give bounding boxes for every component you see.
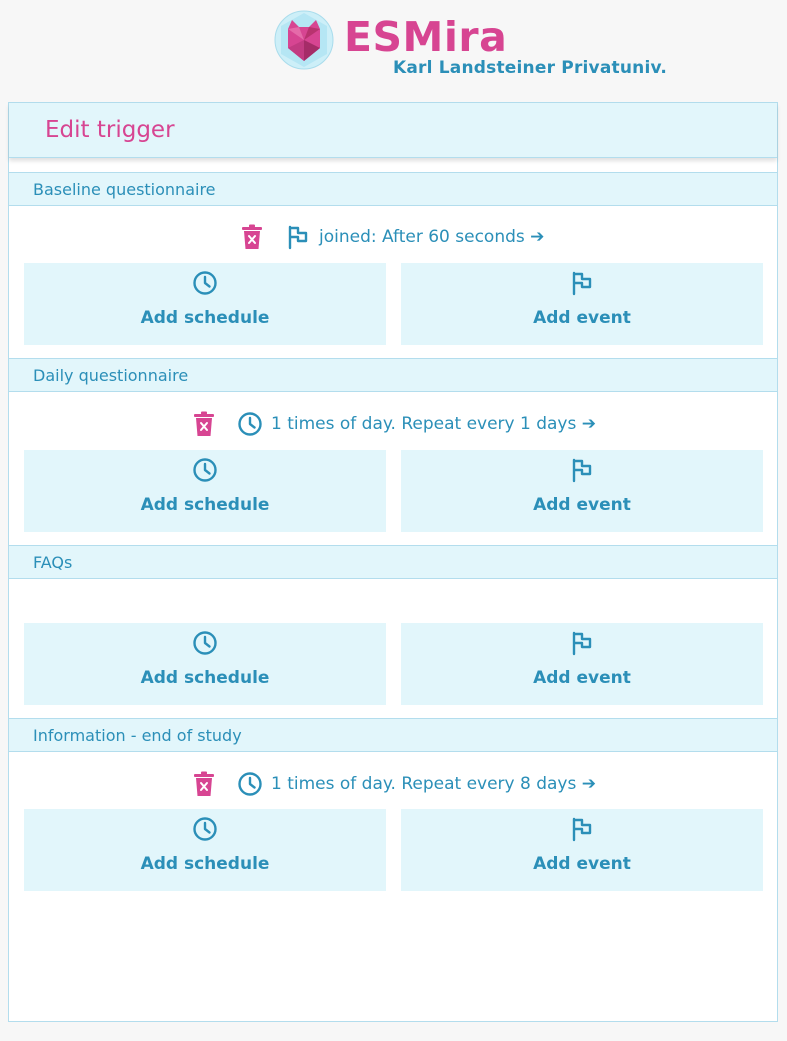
add-event-label: Add event [533, 308, 631, 328]
section-header-faqs: FAQs [9, 545, 777, 579]
edit-trigger-panel: Edit trigger Baseline questionnaire join… [8, 102, 778, 1022]
section-title: Daily questionnaire [33, 366, 189, 385]
trigger-row: 1 times of day. Repeat every 1 days ➔ [9, 409, 777, 439]
trigger-entry: 1 times of day. Repeat every 1 days ➔ [193, 409, 596, 439]
add-event-label: Add event [533, 668, 631, 688]
add-event-button[interactable]: Add event [401, 263, 763, 345]
trigger-entry: 1 times of day. Repeat every 8 days ➔ [193, 769, 596, 799]
clock-icon [192, 816, 218, 842]
app-header: ESMira Karl Landsteiner Privatuniv. [0, 0, 787, 100]
clock-icon [192, 457, 218, 483]
add-schedule-label: Add schedule [140, 854, 270, 874]
add-schedule-label: Add schedule [140, 308, 270, 328]
app-subtitle: Karl Landsteiner Privatuniv. [393, 58, 668, 78]
delete-icon[interactable] [193, 771, 215, 797]
page-title: Edit trigger [45, 117, 175, 143]
trigger-link[interactable]: joined: After 60 seconds ➔ [319, 227, 544, 247]
section-header-information-end-of-study: Information - end of study [9, 718, 777, 752]
flag-icon [569, 270, 595, 296]
section-header-baseline-questionnaire: Baseline questionnaire [9, 172, 777, 206]
delete-icon[interactable] [241, 224, 263, 250]
add-schedule-label: Add schedule [140, 495, 270, 515]
section-header-daily-questionnaire: Daily questionnaire [9, 358, 777, 392]
add-schedule-button[interactable]: Add schedule [24, 450, 386, 532]
clock-icon [237, 771, 263, 797]
section-title: Information - end of study [33, 726, 242, 745]
add-event-button[interactable]: Add event [401, 809, 763, 891]
flag-icon [569, 816, 595, 842]
trigger-row: joined: After 60 seconds ➔ [9, 222, 777, 252]
esmira-cat-logo-icon [274, 10, 334, 70]
add-event-button[interactable]: Add event [401, 450, 763, 532]
flag-icon [569, 457, 595, 483]
panel-header: Edit trigger [9, 103, 777, 158]
trigger-entry: joined: After 60 seconds ➔ [241, 222, 544, 252]
clock-icon [192, 270, 218, 296]
clock-icon [192, 630, 218, 656]
add-event-label: Add event [533, 854, 631, 874]
add-schedule-button[interactable]: Add schedule [24, 263, 386, 345]
add-event-label: Add event [533, 495, 631, 515]
clock-icon [237, 411, 263, 437]
trigger-row: 1 times of day. Repeat every 8 days ➔ [9, 769, 777, 799]
flag-icon [569, 630, 595, 656]
app-title: ESMira [344, 13, 508, 61]
flag-icon [285, 224, 311, 250]
section-title: Baseline questionnaire [33, 180, 216, 199]
trigger-link[interactable]: 1 times of day. Repeat every 8 days ➔ [271, 774, 596, 794]
section-title: FAQs [33, 553, 73, 572]
delete-icon[interactable] [193, 411, 215, 437]
add-event-button[interactable]: Add event [401, 623, 763, 705]
add-schedule-button[interactable]: Add schedule [24, 623, 386, 705]
add-schedule-button[interactable]: Add schedule [24, 809, 386, 891]
add-schedule-label: Add schedule [140, 668, 270, 688]
trigger-link[interactable]: 1 times of day. Repeat every 1 days ➔ [271, 414, 596, 434]
